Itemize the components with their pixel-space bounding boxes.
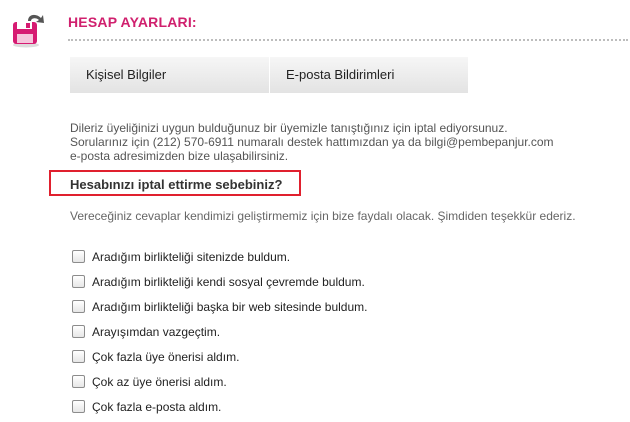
settings-tabs: Kişisel Bilgiler E-posta Bildirimleri [70,57,468,93]
reason-label[interactable]: Çok fazla e-posta aldım. [92,400,221,414]
tab-email-notifications[interactable]: E-posta Bildirimleri [270,57,468,93]
tab-personal-info[interactable]: Kişisel Bilgiler [70,57,270,93]
reason-checkbox[interactable] [72,300,85,313]
question-subtext: Vereceğiniz cevaplar kendimizi geliştirm… [70,209,576,223]
reason-label[interactable]: Çok az üye önerisi aldım. [92,375,227,389]
reason-option: Çok fazla e-posta aldım. [72,394,367,419]
reason-checkbox[interactable] [72,375,85,388]
reason-option: Arayışımdan vazgeçtim. [72,319,367,344]
info-line: e-posta adresimizden bize ulaşabilirsini… [70,149,289,163]
reason-option: Aradığım birlikteliği başka bir web site… [72,294,367,319]
reason-option: Çok az üye önerisi aldım. [72,369,367,394]
reason-checkbox[interactable] [72,325,85,338]
reason-checkbox[interactable] [72,275,85,288]
reason-option: Aradığım birlikteliği kendi sosyal çevre… [72,269,367,294]
reason-checkbox[interactable] [72,350,85,363]
disk-return-icon [12,12,46,48]
page-title: HESAP AYARLARI: [68,14,197,30]
reason-checkbox[interactable] [72,250,85,263]
cancellation-info: Dileriz üyeliğinizi uygun bulduğunuz bir… [70,121,590,163]
reason-options: Aradığım birlikteliği sitenizde buldum. … [72,244,367,419]
reason-label[interactable]: Aradığım birlikteliği başka bir web site… [92,300,367,314]
reason-label[interactable]: Çok fazla üye önerisi aldım. [92,350,239,364]
reason-option: Çok fazla üye önerisi aldım. [72,344,367,369]
question-title: Hesabınızı iptal ettirme sebebiniz? [70,177,283,192]
reason-label[interactable]: Aradığım birlikteliği sitenizde buldum. [92,250,290,264]
title-divider [68,39,628,41]
reason-option: Aradığım birlikteliği sitenizde buldum. [72,244,367,269]
reason-label[interactable]: Aradığım birlikteliği kendi sosyal çevre… [92,275,365,289]
info-line: Dileriz üyeliğinizi uygun bulduğunuz bir… [70,121,508,135]
reason-label[interactable]: Arayışımdan vazgeçtim. [92,325,220,339]
info-line: Sorularınız için (212) 570-6911 numaralı… [70,135,554,149]
reason-checkbox[interactable] [72,400,85,413]
